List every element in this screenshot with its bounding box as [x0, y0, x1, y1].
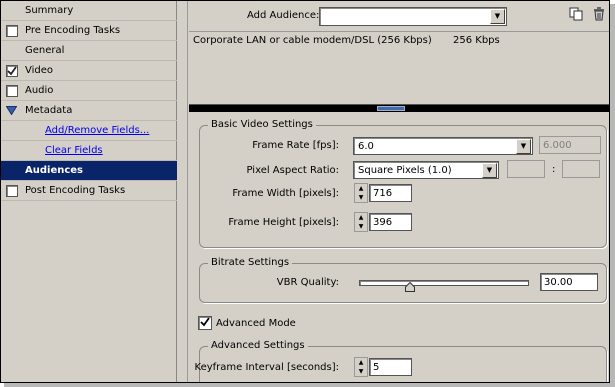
frame-rate-value: 6.0	[358, 141, 374, 152]
expand-triangle-icon[interactable]	[6, 106, 17, 115]
nav-item-label: Video	[25, 65, 54, 76]
audience-list[interactable]: Corporate LAN or cable modem/DSL (256 Kb…	[189, 31, 609, 104]
frame-width-stepper[interactable]: ▲ ▼	[354, 183, 368, 203]
checkmark-icon	[7, 66, 17, 76]
panel-divider	[179, 1, 188, 382]
advanced-mode-checkbox[interactable]	[198, 316, 212, 330]
pane-splitter[interactable]	[189, 104, 609, 112]
nav-item-label: Pre Encoding Tasks	[25, 25, 121, 36]
splitter-grip[interactable]	[377, 106, 405, 111]
frame-rate-custom-value: 6.000	[543, 140, 572, 151]
audience-settings-panel: Basic Video Settings Frame Rate [fps]: 6…	[189, 112, 609, 382]
slider-thumb[interactable]	[405, 282, 415, 292]
advanced-mode-label: Advanced Mode	[216, 318, 296, 329]
nav-item-metadata[interactable]: Metadata	[1, 101, 177, 121]
post-encoding-checkbox[interactable]	[6, 185, 18, 197]
window-shadow-right	[610, 4, 615, 387]
pixel-aspect-dropdown[interactable]: Square Pixels (1.0) ▼	[353, 161, 499, 179]
nav-item-label: Audiences	[25, 165, 84, 176]
keyframe-interval-field[interactable]: 5	[369, 358, 412, 376]
pixel-aspect-value: Square Pixels (1.0)	[358, 165, 452, 176]
frame-rate-label: Frame Rate [fps]:	[252, 140, 339, 151]
nav-item-post-encoding-tasks[interactable]: Post Encoding Tasks	[1, 181, 177, 201]
frame-width-field[interactable]: 716	[369, 184, 412, 202]
nav-item-label: Audio	[25, 85, 54, 96]
keyframe-interval-label: Keyframe Interval [seconds]:	[194, 362, 339, 373]
nav-item-label: Summary	[25, 5, 74, 16]
window-shadow-bottom	[4, 383, 615, 387]
nav-item-audio[interactable]: Audio	[1, 81, 177, 101]
copy-icon[interactable]	[569, 7, 583, 23]
nav-item-label: Metadata	[25, 105, 73, 116]
clear-fields-link[interactable]: Clear Fields	[45, 145, 103, 156]
nav-item-clear-fields[interactable]: Clear Fields	[1, 141, 177, 161]
nav-item-general[interactable]: General	[1, 41, 177, 61]
frame-height-value: 396	[373, 217, 393, 228]
trash-icon[interactable]	[592, 7, 606, 23]
group-title: Basic Video Settings	[208, 119, 316, 130]
audio-checkbox[interactable]	[6, 85, 18, 97]
nav-item-add-remove-fields[interactable]: Add/Remove Fields...	[1, 121, 177, 141]
frame-width-value: 716	[373, 188, 393, 199]
encoder-settings-window: Summary Pre Encoding Tasks General Video…	[0, 0, 610, 383]
checkmark-icon	[200, 317, 210, 327]
aspect-separator: :	[552, 164, 556, 175]
nav-item-summary[interactable]: Summary	[1, 1, 177, 21]
chevron-down-icon[interactable]: ▼	[516, 139, 531, 154]
keyframe-interval-stepper[interactable]: ▲ ▼	[354, 357, 368, 377]
vbr-quality-value: 30.00	[544, 277, 573, 288]
nav-item-video[interactable]: Video	[1, 61, 177, 81]
audience-name: Corporate LAN or cable modem/DSL (256 Kb…	[193, 35, 432, 46]
frame-height-label: Frame Height [pixels]:	[228, 217, 339, 228]
frame-height-stepper[interactable]: ▲ ▼	[354, 212, 368, 232]
settings-navigation: Summary Pre Encoding Tasks General Video…	[1, 1, 177, 382]
frame-width-label: Frame Width [pixels]:	[232, 188, 339, 199]
group-title: Bitrate Settings	[208, 257, 293, 268]
add-remove-fields-link[interactable]: Add/Remove Fields...	[45, 125, 149, 136]
nav-item-label: General	[25, 45, 65, 56]
vbr-quality-label: VBR Quality:	[276, 277, 339, 288]
frame-rate-dropdown[interactable]: 6.0 ▼	[353, 137, 533, 155]
audience-toolbar: Add Audience: ▼	[189, 1, 609, 31]
pixel-aspect-label: Pixel Aspect Ratio:	[246, 165, 340, 176]
add-audience-dropdown[interactable]: ▼	[319, 7, 507, 26]
keyframe-interval-value: 5	[373, 362, 380, 373]
vbr-quality-slider[interactable]	[359, 280, 529, 286]
aspect-height-field	[562, 160, 600, 178]
nav-item-label: Post Encoding Tasks	[25, 185, 126, 196]
nav-item-audiences[interactable]: Audiences	[1, 161, 177, 181]
video-checkbox[interactable]	[6, 65, 18, 77]
chevron-down-icon[interactable]: ▼	[482, 163, 497, 178]
group-title: Advanced Settings	[208, 340, 308, 351]
frame-rate-custom-field: 6.000	[539, 136, 601, 154]
pre-encoding-checkbox[interactable]	[6, 25, 18, 37]
chevron-down-icon[interactable]: ▼	[490, 9, 505, 24]
add-audience-label: Add Audience:	[247, 10, 320, 21]
audience-bitrate: 256 Kbps	[453, 35, 500, 46]
frame-height-field[interactable]: 396	[369, 213, 412, 231]
nav-item-pre-encoding-tasks[interactable]: Pre Encoding Tasks	[1, 21, 177, 41]
vbr-quality-field[interactable]: 30.00	[540, 273, 598, 291]
aspect-width-field	[507, 160, 545, 178]
